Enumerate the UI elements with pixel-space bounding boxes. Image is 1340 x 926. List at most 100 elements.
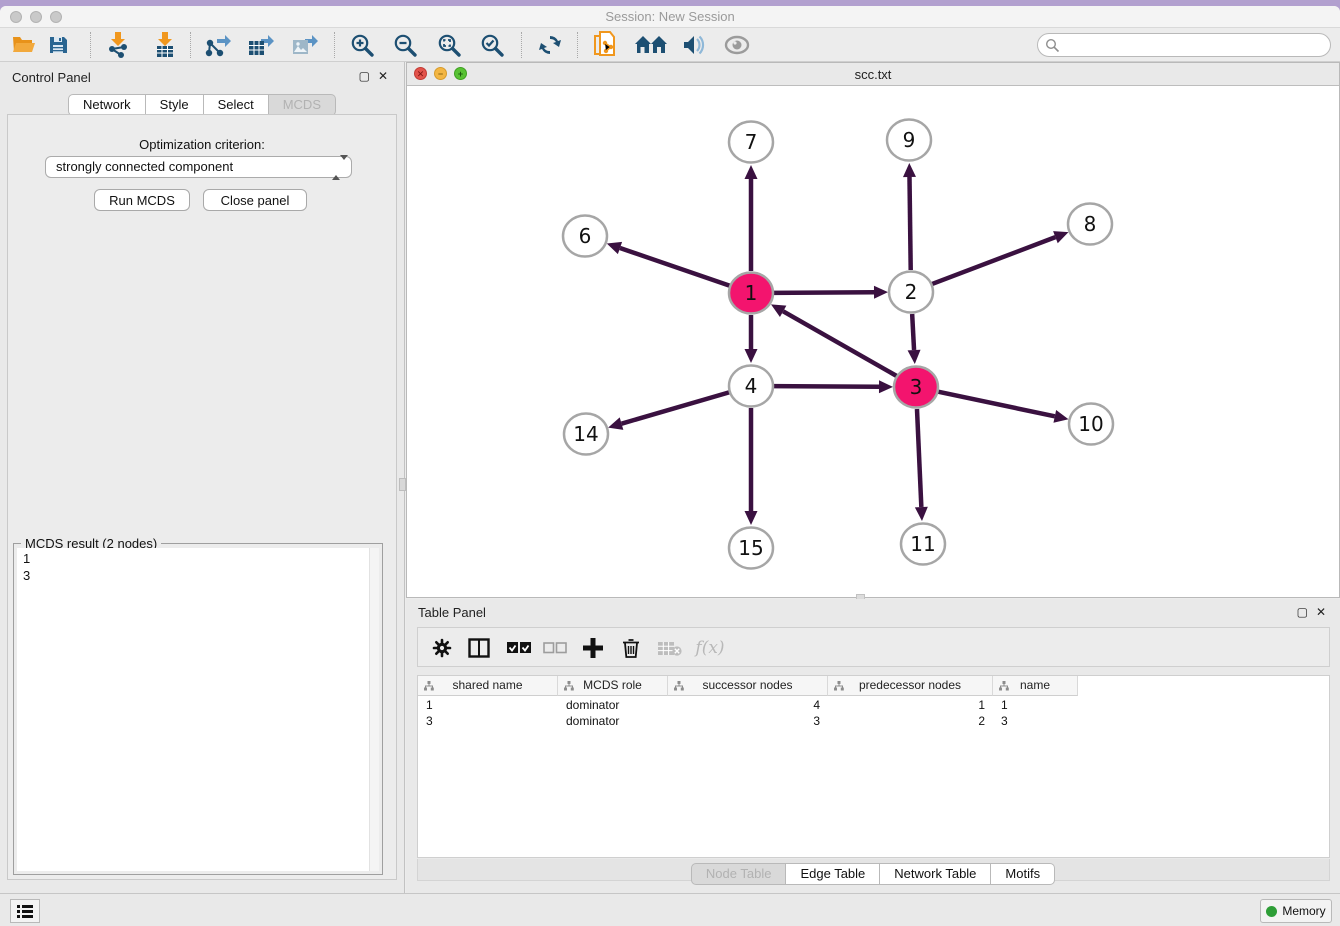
tab-style[interactable]: Style [146,94,204,116]
node-table[interactable]: shared nameMCDS rolesuccessor nodesprede… [417,675,1330,858]
result-scrollbar[interactable] [369,548,379,871]
zoom-in-icon[interactable] [347,31,377,59]
show-column-panel-icon[interactable] [466,634,492,662]
delete-column-trash-icon[interactable] [618,634,644,662]
table-tab-node-table[interactable]: Node Table [691,863,787,885]
cell-MCDS-role[interactable]: dominator [558,698,668,714]
edge-3-10[interactable] [938,392,1055,417]
edge-arrowhead [745,165,758,179]
table-toolbar: f(x) [417,627,1330,667]
cell-predecessor-nodes[interactable]: 2 [828,714,993,730]
node-label-6: 6 [579,224,592,248]
network-window-titlebar: ✕ − + scc.txt [407,63,1339,86]
export-image-icon[interactable] [290,31,320,59]
select-all-icon[interactable] [506,634,532,662]
select-stepper-icon [332,160,343,175]
edge-3-1[interactable] [783,311,897,376]
export-table-icon[interactable] [246,31,276,59]
edge-arrowhead [1053,410,1068,423]
zoom-selected-icon[interactable] [477,31,507,59]
window-title: Session: New Session [0,9,1340,24]
cell-name[interactable]: 3 [993,714,1078,730]
mcds-result-group: MCDS result (2 nodes) 1 3 [13,543,383,875]
edge-2-8[interactable] [932,237,1056,284]
edge-4-3[interactable] [773,386,879,387]
edge-arrowhead [908,350,921,364]
column-header-successor-nodes[interactable]: successor nodes [668,676,828,696]
run-mcds-button[interactable]: Run MCDS [94,189,190,211]
tab-mcds[interactable]: MCDS [269,94,336,116]
apply-layout-icon[interactable] [535,31,565,59]
column-header-MCDS-role[interactable]: MCDS role [558,676,668,696]
main-window: Session: New Session [0,6,1340,926]
node-label-4: 4 [745,374,758,398]
network-view-window: ✕ − + scc.txt 7968124314101511 [406,62,1340,598]
import-network-icon[interactable] [103,31,133,59]
edge-1-6[interactable] [620,248,730,286]
cell-shared-name[interactable]: 3 [418,714,558,730]
deselect-all-icon[interactable] [542,634,568,662]
cell-successor-nodes[interactable]: 3 [668,714,828,730]
export-network-icon[interactable] [203,31,233,59]
column-header-name[interactable]: name [993,676,1078,696]
table-settings-gear-icon[interactable] [430,634,454,662]
toolbar-separator [521,32,522,58]
tab-network[interactable]: Network [68,94,146,116]
show-all-views-icon[interactable] [633,31,669,59]
show-graphics-details-icon[interactable] [722,31,752,59]
search-input[interactable] [1064,35,1322,55]
edge-arrowhead [879,380,893,393]
import-table-icon[interactable] [150,31,180,59]
zoom-out-icon[interactable] [390,31,420,59]
open-session-icon[interactable] [9,31,39,59]
table-row[interactable]: 1dominator411 [418,698,1078,714]
close-table-panel-icon[interactable]: ✕ [1316,605,1326,619]
edge-1-2[interactable] [773,292,874,293]
zoom-fit-icon[interactable] [434,31,464,59]
cell-predecessor-nodes[interactable]: 1 [828,698,993,714]
task-history-button[interactable] [10,899,40,923]
node-label-3: 3 [910,375,923,399]
close-panel-button[interactable]: Close panel [203,189,307,211]
float-panel-icon[interactable]: ▢ [359,69,370,83]
cell-successor-nodes[interactable]: 4 [668,698,828,714]
hide-graphics-details-icon[interactable] [677,31,707,59]
edge-4-14[interactable] [622,392,730,424]
node-label-15: 15 [738,536,763,560]
titlebar: Session: New Session [0,6,1340,28]
control-panel-title: Control Panel [12,70,91,85]
memory-button[interactable]: Memory [1260,899,1332,923]
new-network-from-selection-icon[interactable] [590,31,620,59]
table-tab-edge-table[interactable]: Edge Table [786,863,880,885]
table-panel: Table Panel ▢ ✕ [406,599,1340,893]
delete-table-icon[interactable] [656,634,684,662]
edge-arrowhead [1053,231,1068,243]
panel-divider-handle[interactable] [399,478,406,491]
toolbar-separator [190,32,191,58]
save-session-icon[interactable] [43,31,73,59]
create-column-plus-icon[interactable] [580,634,606,662]
application-root: Session: New Session [0,0,1340,926]
cell-name[interactable]: 1 [993,698,1078,714]
table-tab-motifs[interactable]: Motifs [991,863,1055,885]
criterion-select[interactable]: strongly connected component [45,156,352,178]
column-header-shared-name[interactable]: shared name [418,676,558,696]
cell-MCDS-role[interactable]: dominator [558,714,668,730]
table-tab-network-table[interactable]: Network Table [880,863,991,885]
edge-2-3[interactable] [912,314,914,350]
tab-select[interactable]: Select [204,94,269,116]
function-builder-icon: f(x) [690,634,730,662]
table-row[interactable]: 3dominator323 [418,714,1078,730]
mcds-result-text[interactable]: 1 3 [17,548,369,871]
close-panel-icon[interactable]: ✕ [378,69,388,83]
edge-3-11[interactable] [917,409,921,507]
column-header-predecessor-nodes[interactable]: predecessor nodes [828,676,993,696]
node-label-10: 10 [1078,412,1103,436]
network-graph-canvas[interactable]: 7968124314101511 [407,86,1339,597]
edge-arrowhead [745,511,758,525]
cell-shared-name[interactable]: 1 [418,698,558,714]
main-toolbar [0,28,1340,62]
edge-2-9[interactable] [909,177,910,270]
float-table-panel-icon[interactable]: ▢ [1297,605,1308,619]
control-panel-tabs: NetworkStyleSelectMCDS [0,94,404,115]
